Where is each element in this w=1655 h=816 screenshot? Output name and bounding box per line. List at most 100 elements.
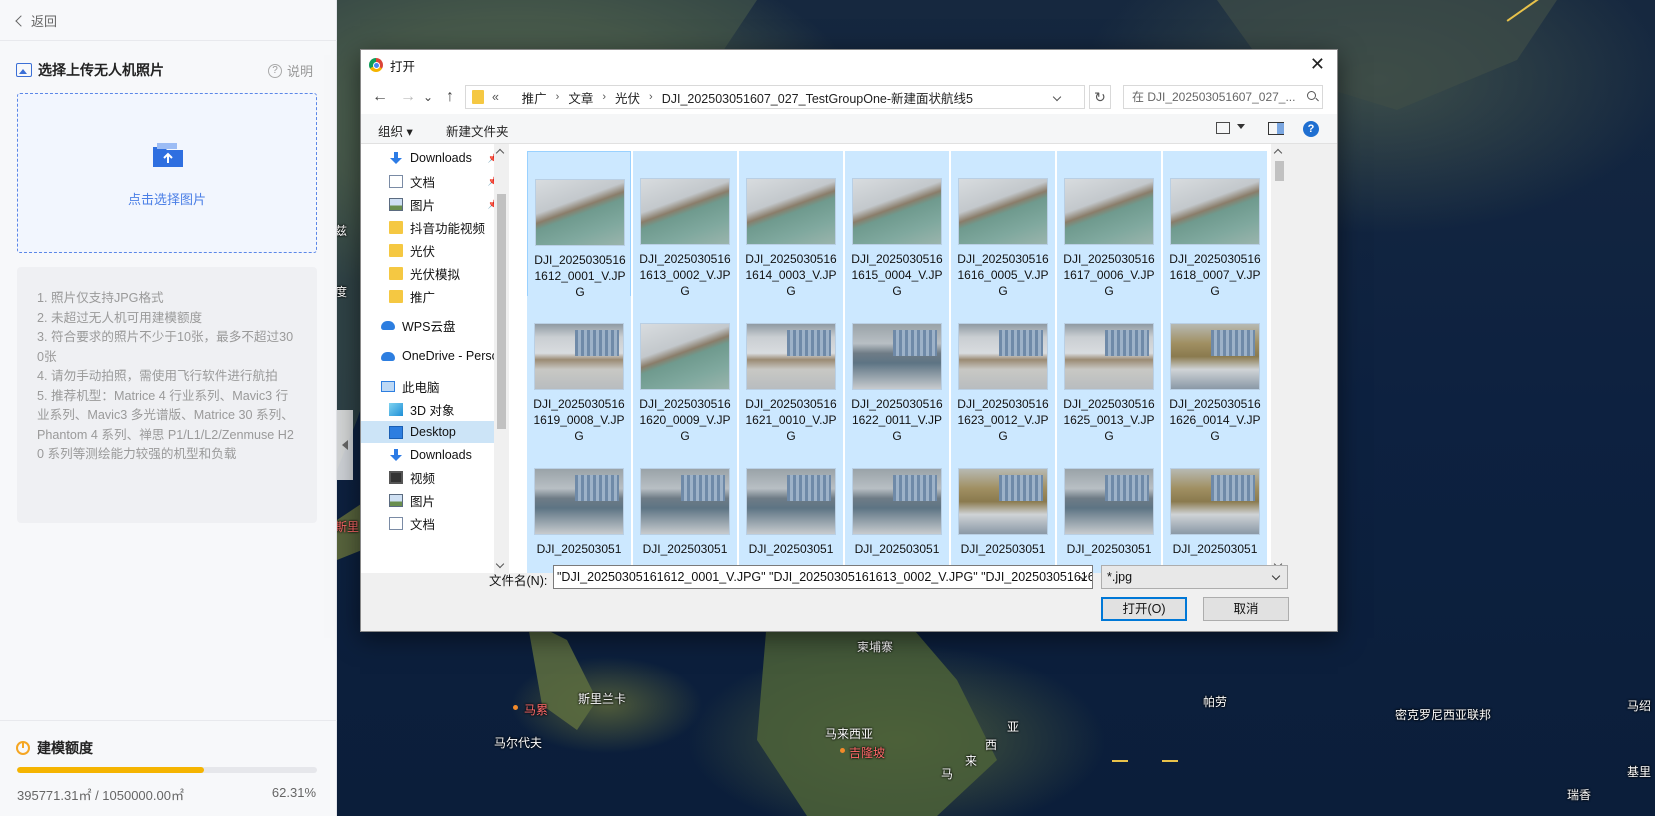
computer-icon [381, 380, 395, 392]
file-item[interactable]: DJI_202503051 [1057, 441, 1161, 573]
file-item[interactable]: DJI_20250305161626_0014_V.JPG [1163, 296, 1267, 444]
nav-item[interactable]: Downloads [361, 444, 509, 466]
nav-item-label: 文档 [410, 175, 436, 190]
file-item[interactable]: DJI_20250305161623_0012_V.JPG [951, 296, 1055, 444]
breadcrumb-separator[interactable]: › [602, 91, 606, 103]
file-name: DJI_202503051 [854, 542, 940, 556]
back-button[interactable]: 返回 [15, 10, 58, 30]
refresh-button[interactable]: ↻ [1089, 85, 1111, 109]
divider [0, 720, 337, 721]
nav-item[interactable]: 图片 [361, 489, 509, 511]
recent-locations-dropdown[interactable]: ⌄ [421, 90, 435, 104]
new-folder-button[interactable]: 新建文件夹 [446, 121, 509, 140]
close-button[interactable]: ✕ [1310, 55, 1325, 73]
nav-item[interactable]: 抖音功能视频 [361, 216, 509, 238]
chevron-down-icon[interactable] [1052, 92, 1062, 102]
file-item[interactable]: DJI_20250305161612_0001_V.JPG [527, 151, 631, 299]
breadcrumb-separator[interactable]: › [649, 91, 653, 103]
file-item[interactable]: DJI_20250305161621_0010_V.JPG [739, 296, 843, 444]
nav-item[interactable]: WPS云盘 [361, 314, 509, 336]
file-item[interactable]: DJI_20250305161622_0011_V.JPG [845, 296, 949, 444]
collapse-panel-button[interactable] [337, 410, 353, 480]
file-item[interactable]: DJI_20250305161613_0002_V.JPG [633, 151, 737, 299]
file-name: DJI_202503051 [748, 542, 834, 556]
address-bar[interactable]: « › 推广 › 文章 › 光伏 › DJI_202503051607_027_… [465, 85, 1085, 109]
file-item[interactable]: DJI_20250305161620_0009_V.JPG [633, 296, 737, 444]
help-link[interactable]: ? 说明 [268, 61, 313, 80]
file-item[interactable]: DJI_20250305161619_0008_V.JPG [527, 296, 631, 444]
filetype-select[interactable]: *.jpg [1101, 565, 1288, 589]
nav-item[interactable]: Downloads📌 [361, 147, 509, 169]
thumbnail-detail [681, 475, 725, 501]
chevron-up-icon[interactable] [1273, 148, 1283, 158]
view-mode-dropdown[interactable] [1237, 124, 1245, 129]
upload-label: 点击选择图片 [127, 192, 206, 207]
onedrive-icon [381, 351, 395, 361]
nav-item[interactable]: 光伏 [361, 239, 509, 261]
help-icon[interactable]: ? [1303, 121, 1319, 137]
desktop-icon [389, 425, 403, 439]
file-item[interactable]: DJI_20250305161616_0005_V.JPG [951, 151, 1055, 299]
breadcrumb-separator[interactable]: › [556, 91, 560, 103]
nav-item-label: 此电脑 [402, 380, 440, 395]
file-item[interactable]: DJI_202503051 [739, 441, 843, 573]
file-name: DJI_20250305161612_0001_V.JPG [534, 253, 626, 299]
scrollbar-thumb[interactable] [497, 194, 506, 429]
breadcrumb-item[interactable]: DJI_202503051607_027_TestGroupOne-新建面状航线… [662, 88, 973, 107]
breadcrumb-item[interactable]: 文章 [568, 88, 593, 107]
chevron-up-icon[interactable] [495, 148, 505, 158]
breadcrumb-item[interactable]: 推广 [522, 88, 547, 107]
image-thumbnail [1170, 468, 1260, 535]
nav-item[interactable]: 此电脑 [361, 375, 509, 397]
forward-arrow-button[interactable]: → [397, 88, 419, 106]
nav-item[interactable]: 推广 [361, 285, 509, 307]
organize-menu[interactable]: 组织 ▾ [378, 121, 413, 140]
file-item[interactable]: DJI_202503051 [633, 441, 737, 573]
scrollbar-thumb[interactable] [1275, 161, 1284, 181]
file-item[interactable]: DJI_20250305161614_0003_V.JPG [739, 151, 843, 299]
nav-item[interactable]: 视频 [361, 466, 509, 488]
file-item[interactable]: DJI_20250305161617_0006_V.JPG [1057, 151, 1161, 299]
preview-pane-icon[interactable] [1268, 122, 1284, 135]
nav-item[interactable]: 光伏模拟 [361, 262, 509, 284]
back-label: 返回 [31, 13, 58, 29]
thumbnail-detail [575, 330, 619, 356]
file-name: DJI_202503051 [536, 542, 622, 556]
up-folder-button[interactable]: ↑ [439, 88, 461, 106]
file-item[interactable]: DJI_202503051 [1163, 441, 1267, 573]
download-icon [389, 448, 403, 462]
image-thumbnail [535, 179, 625, 246]
nav-item[interactable]: 文档📌 [361, 170, 509, 192]
folder-upload-icon [153, 143, 183, 167]
nav-item[interactable]: Desktop [361, 421, 509, 443]
cancel-button[interactable]: 取消 [1203, 597, 1289, 621]
nav-item[interactable]: OneDrive - Persc [361, 345, 509, 367]
navigation-pane-scrollbar[interactable] [494, 144, 509, 573]
file-item[interactable]: DJI_20250305161615_0004_V.JPG [845, 151, 949, 299]
file-list-scrollbar[interactable] [1271, 144, 1287, 573]
nav-item[interactable]: 图片📌 [361, 193, 509, 215]
file-item[interactable]: DJI_20250305161618_0007_V.JPG [1163, 151, 1267, 299]
image-thumbnail [958, 468, 1048, 535]
file-item[interactable]: DJI_202503051 [527, 441, 631, 573]
back-arrow-button[interactable]: ← [369, 88, 391, 106]
note-item: 3. 符合要求的照片不少于10张，最多不超过300张 [37, 330, 294, 364]
filename-input[interactable]: "DJI_20250305161612_0001_V.JPG" "DJI_202… [553, 565, 1093, 589]
nav-item[interactable]: 3D 对象 [361, 398, 509, 420]
search-input[interactable]: 在 DJI_202503051607_027_... [1123, 85, 1323, 109]
open-button[interactable]: 打开(O) [1101, 597, 1187, 621]
breadcrumb-item[interactable]: 光伏 [615, 88, 640, 107]
chevron-left-icon [15, 14, 27, 27]
upload-dropzone[interactable]: 点击选择图片 [17, 93, 317, 253]
nav-item[interactable]: 文档 [361, 512, 509, 534]
file-item[interactable]: DJI_202503051 [845, 441, 949, 573]
dialog-titlebar[interactable]: 打开 ✕ [361, 50, 1337, 80]
pie-chart-icon [16, 741, 30, 755]
view-mode-icon[interactable] [1216, 122, 1230, 134]
file-item[interactable]: DJI_202503051 [951, 441, 1055, 573]
file-item[interactable]: DJI_20250305161625_0013_V.JPG [1057, 296, 1161, 444]
file-name: DJI_20250305161620_0009_V.JPG [639, 397, 731, 443]
chevron-down-icon[interactable] [495, 559, 505, 569]
thumbnail-detail [787, 475, 831, 501]
breadcrumb-overflow[interactable]: « [492, 90, 499, 104]
